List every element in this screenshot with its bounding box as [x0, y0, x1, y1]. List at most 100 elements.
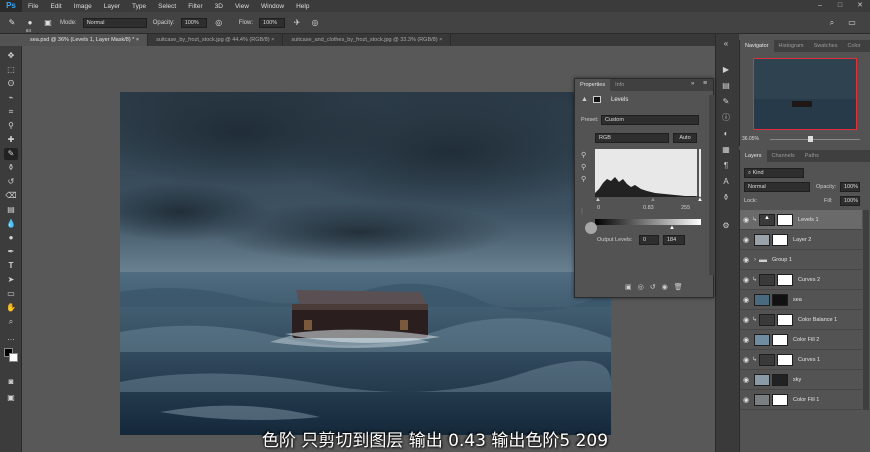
tab-channels[interactable]: Channels	[767, 150, 800, 162]
quick-mask-icon[interactable]: ◙	[4, 376, 18, 388]
layer-mask-thumb[interactable]	[772, 333, 788, 346]
tab-color[interactable]: Color	[842, 40, 865, 52]
tool-presets-icon[interactable]: ⚙	[719, 220, 733, 232]
blur-tool-icon[interactable]: 💧	[4, 218, 18, 230]
zoom-slider-handle[interactable]	[808, 136, 813, 142]
mode-select[interactable]: Normal	[82, 17, 147, 28]
close-tab-icon[interactable]: ×	[439, 37, 442, 43]
layer-name[interactable]: Color Fill 1	[793, 397, 819, 403]
layer-row-sea[interactable]: ◉ sea	[740, 290, 862, 310]
visibility-eye-icon[interactable]: ◉	[740, 216, 752, 224]
tab-suitcase-clothes[interactable]: suitcase_and_clothes_by_frozt_stock.jpg …	[283, 34, 452, 46]
black-input-slider[interactable]: ▲	[595, 197, 601, 203]
clone-stamp-tool-icon[interactable]: ⚱	[4, 162, 18, 174]
airbrush-icon[interactable]: ✈	[291, 17, 303, 29]
blend-mode-select[interactable]: Normal	[744, 182, 810, 192]
visibility-eye-icon[interactable]: ◉	[740, 316, 752, 324]
menu-3d[interactable]: 3D	[209, 3, 229, 10]
menu-image[interactable]: Image	[68, 3, 98, 10]
zoom-level[interactable]: 36.05%	[742, 136, 759, 142]
tab-info[interactable]: Info	[610, 79, 629, 91]
collapse-arrows-icon[interactable]: «	[719, 38, 733, 50]
tab-paths[interactable]: Paths	[800, 150, 824, 162]
brush-tool-icon[interactable]: ✎	[4, 148, 18, 160]
menu-layer[interactable]: Layer	[98, 3, 126, 10]
output-max-field[interactable]: 184	[663, 235, 685, 245]
character-panel-icon[interactable]: A	[719, 176, 733, 188]
tab-swatches[interactable]: Swatches	[809, 40, 843, 52]
document-image[interactable]	[120, 92, 611, 435]
opacity-field[interactable]: 100%	[180, 17, 207, 28]
quick-select-tool-icon[interactable]: ⌁	[4, 92, 18, 104]
tab-navigator[interactable]: Navigator	[740, 40, 774, 52]
type-tool-icon[interactable]: T	[4, 260, 18, 272]
panel-menu-icon[interactable]: ≡	[703, 80, 707, 87]
history-panel-icon[interactable]: ▶	[719, 64, 733, 76]
brush-tool-icon[interactable]: ✎	[6, 17, 18, 29]
layer-mask-thumb[interactable]	[777, 273, 794, 286]
adjustments-panel-icon[interactable]: ◐	[719, 128, 733, 140]
layer-name[interactable]: sky	[793, 377, 801, 383]
tab-histogram[interactable]: Histogram	[774, 40, 809, 52]
menu-help[interactable]: Help	[290, 3, 315, 10]
visibility-eye-icon[interactable]: ◉	[740, 256, 752, 264]
dodge-tool-icon[interactable]: ●	[4, 232, 18, 244]
visibility-eye-icon[interactable]: ◉	[740, 236, 752, 244]
layer-mask-thumb[interactable]	[772, 293, 788, 306]
visibility-eye-icon[interactable]: ◉	[740, 356, 752, 364]
white-output-slider[interactable]: ▲	[669, 225, 675, 231]
layer-fill-field[interactable]: 100%	[840, 196, 860, 206]
output-min-field[interactable]: 0	[639, 235, 659, 245]
tab-sea-psd[interactable]: sea.psd @ 36% (Levels 1, Layer Mask/8) *…	[22, 34, 149, 46]
layer-mask-thumb[interactable]	[777, 213, 794, 226]
auto-button[interactable]: Auto	[673, 133, 697, 143]
zoom-tool-icon[interactable]: ⌕	[4, 316, 18, 328]
view-previous-state-icon[interactable]: ◎	[638, 283, 644, 295]
brush-preset-icon[interactable]: ● 84	[24, 17, 36, 33]
layer-mask-thumb[interactable]	[772, 233, 788, 246]
marquee-tool-icon[interactable]: ⬚	[4, 64, 18, 76]
clone-source-icon[interactable]: ⚱	[719, 192, 733, 204]
workspace-icon[interactable]: ▭	[846, 17, 858, 29]
filter-kind-select[interactable]: ⌕ Kind	[744, 168, 804, 178]
white-input-slider[interactable]: ▲	[697, 197, 703, 203]
layers-scrollbar[interactable]	[863, 210, 869, 410]
tab-properties[interactable]: Properties	[575, 79, 611, 91]
menu-filter[interactable]: Filter	[182, 3, 208, 10]
menu-file[interactable]: File	[22, 3, 44, 10]
actions-panel-icon[interactable]: ▤	[719, 80, 733, 92]
flow-field[interactable]: 100%	[259, 17, 286, 28]
zoom-slider[interactable]	[770, 139, 860, 140]
gradient-tool-icon[interactable]: ▤	[4, 204, 18, 216]
layer-row-color-fill-2[interactable]: ◉ Color Fill 2	[740, 330, 862, 350]
layer-name[interactable]: sea	[793, 297, 802, 303]
eraser-tool-icon[interactable]: ⌫	[4, 190, 18, 202]
layer-row-sky[interactable]: ◉ sky	[740, 370, 862, 390]
delete-adjustment-icon[interactable]: 🗑	[674, 283, 683, 295]
visibility-eye-icon[interactable]: ◉	[740, 336, 752, 344]
visibility-eye-icon[interactable]: ◉	[740, 276, 752, 284]
close-icon[interactable]: ✕	[850, 0, 870, 12]
visibility-eye-icon[interactable]: ◉	[740, 296, 752, 304]
properties-scrollbar[interactable]	[709, 95, 714, 275]
layer-row-color-balance-1[interactable]: ◉ ↳ Color Balance 1	[740, 310, 862, 330]
visibility-eye-icon[interactable]: ◉	[740, 396, 752, 404]
layer-mask-thumb[interactable]	[772, 393, 788, 406]
brush-settings-icon[interactable]: ▣	[42, 17, 54, 29]
preset-select[interactable]: Custom	[601, 115, 699, 125]
minimize-icon[interactable]: –	[810, 0, 830, 12]
lasso-tool-icon[interactable]: ʘ	[4, 78, 18, 90]
layer-name[interactable]: Curves 1	[798, 357, 820, 363]
layer-row-curves-1[interactable]: ◉ ↳ Curves 1	[740, 350, 862, 370]
path-select-tool-icon[interactable]: ➤	[4, 274, 18, 286]
channel-select[interactable]: RGB	[595, 133, 669, 143]
white-point-eyedropper-icon[interactable]: ⚲	[581, 175, 586, 183]
crop-tool-icon[interactable]: ⌗	[4, 106, 18, 118]
background-color-swatch[interactable]	[9, 353, 18, 362]
layer-mask-thumb[interactable]	[772, 373, 788, 386]
panel-collapse-icon[interactable]: »	[691, 81, 694, 87]
input-max-value[interactable]: 255	[681, 205, 690, 211]
layer-row-curves-2[interactable]: ◉ ↳ Curves 2	[740, 270, 862, 290]
close-tab-icon[interactable]: ×	[136, 37, 139, 43]
layer-mask-thumb[interactable]	[777, 353, 794, 366]
